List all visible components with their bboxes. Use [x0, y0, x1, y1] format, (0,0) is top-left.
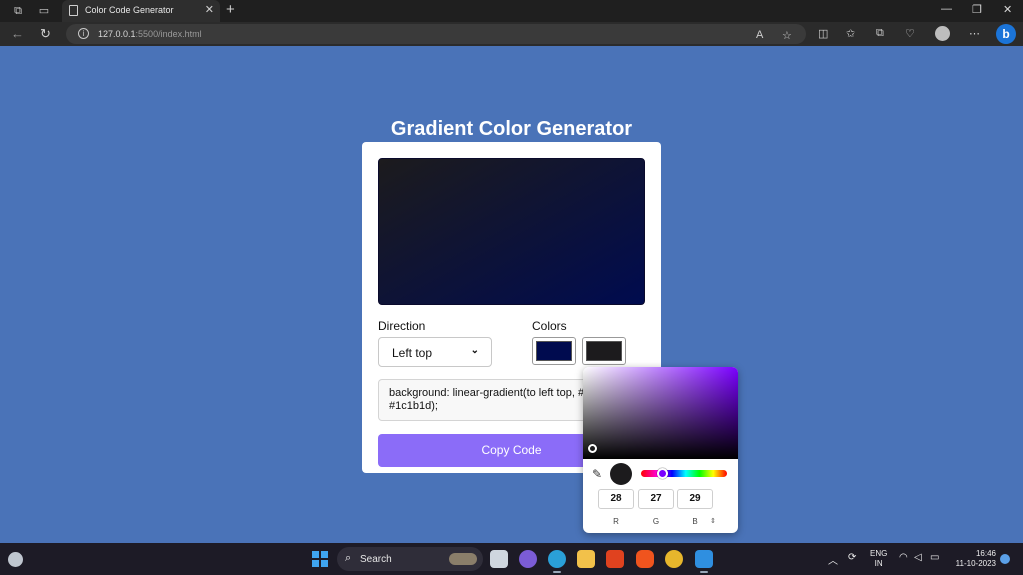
close-window-icon[interactable]: ✕ [1003, 3, 1012, 16]
direction-label: Direction [378, 319, 426, 333]
address-bar[interactable]: i 127.0.0.1:5500/index.html A ☆ [66, 24, 806, 44]
tab-actions-icon[interactable]: ▭ [36, 3, 52, 19]
url-host: 127.0.0.1 [98, 29, 136, 39]
red-label: R [613, 517, 619, 526]
windows-start-icon[interactable] [312, 551, 328, 567]
green-input[interactable]: 27 [638, 489, 674, 509]
gradient-preview [378, 158, 645, 305]
blue-input[interactable]: 29 [677, 489, 713, 509]
battery-icon[interactable]: ▭ [930, 552, 939, 563]
vscode-icon[interactable] [695, 550, 713, 573]
color-input-1[interactable] [532, 337, 576, 365]
page-title: Gradient Color Generator [390, 118, 633, 140]
chevron-down-icon: ⌄ [470, 345, 479, 356]
color-picker-popup: ✎ 28 27 29 R G B ⇕ [583, 367, 738, 533]
search-placeholder: Search [360, 554, 392, 565]
search-icon: ⌕ [345, 552, 352, 564]
new-tab-icon[interactable]: + [226, 1, 235, 18]
green-label: G [652, 517, 660, 526]
tab-color-code-generator[interactable]: Color Code Generator ✕ [62, 0, 220, 22]
office-icon[interactable] [606, 550, 624, 568]
url-text: 127.0.0.1:5500/index.html [98, 29, 202, 39]
split-screen-icon[interactable]: ◫ [818, 27, 828, 40]
back-icon[interactable]: ← [11, 26, 24, 41]
red-input[interactable]: 28 [598, 489, 634, 509]
wifi-icon[interactable]: ◠ [899, 552, 908, 563]
lang-line-2: IN [874, 559, 883, 568]
hue-slider-thumb[interactable] [657, 468, 668, 479]
saturation-handle[interactable] [588, 444, 597, 453]
task-view-icon[interactable] [490, 550, 508, 568]
language-indicator[interactable]: ENG IN [870, 549, 887, 569]
color-swatch-1 [536, 341, 572, 361]
favorite-star-icon[interactable]: ☆ [782, 29, 792, 42]
notification-icon[interactable] [1000, 554, 1010, 564]
extensions-icon[interactable]: ♡ [905, 27, 915, 40]
direction-select[interactable]: Left top ⌄ [378, 337, 492, 367]
weather-icon[interactable] [8, 552, 23, 567]
taskbar-search[interactable]: ⌕ Search [337, 547, 483, 571]
hue-slider[interactable] [641, 470, 727, 477]
browser-tab-bar: ⧉ ▭ Color Code Generator ✕ + — ❐ ✕ [0, 0, 1023, 22]
url-path: :5500/index.html [135, 29, 202, 39]
more-menu-icon[interactable]: ⋯ [969, 27, 980, 40]
teams-chat-icon[interactable] [519, 550, 537, 568]
eyedropper-icon[interactable]: ✎ [592, 467, 602, 481]
edge-icon[interactable] [548, 550, 566, 573]
browser-toolbar: ← ↻ i 127.0.0.1:5500/index.html A ☆ ◫ ✩ … [0, 22, 1023, 46]
taskbar: ⌕ Search ︿ ⟳ ENG IN ◠ ◁ ▭ 16:46 11-10-20… [0, 543, 1023, 575]
security-icon[interactable]: ⟳ [848, 552, 856, 563]
minimize-icon[interactable]: — [941, 3, 952, 15]
site-info-icon[interactable]: i [78, 28, 89, 39]
chrome-icon[interactable] [665, 550, 683, 568]
profile-avatar[interactable] [935, 26, 950, 41]
close-tab-icon[interactable]: ✕ [205, 3, 214, 16]
colors-label: Colors [532, 319, 567, 333]
volume-icon[interactable]: ◁ [914, 552, 922, 563]
read-aloud-icon[interactable]: A [756, 29, 763, 41]
clock-date: 11-10-2023 [955, 559, 996, 568]
copilot-icon[interactable]: b [996, 24, 1016, 44]
current-color-preview [610, 463, 632, 485]
direction-value: Left top [392, 346, 433, 360]
format-toggle-icon[interactable]: ⇕ [710, 517, 716, 525]
page-icon [69, 5, 78, 16]
blue-label: B [692, 517, 698, 526]
clock-time: 16:46 [975, 549, 996, 558]
tab-title: Color Code Generator [85, 5, 174, 15]
file-explorer-icon[interactable] [577, 550, 595, 568]
favorites-icon[interactable]: ✩ [846, 27, 855, 40]
search-highlight-icon [449, 553, 477, 565]
clock[interactable]: 16:46 11-10-2023 [950, 549, 996, 569]
brave-icon[interactable] [636, 550, 654, 568]
collections-icon[interactable]: ⧉ [876, 27, 884, 40]
workspaces-icon[interactable]: ⧉ [10, 3, 26, 19]
refresh-icon[interactable]: ↻ [40, 26, 51, 42]
color-swatch-2 [586, 341, 622, 361]
lang-line-1: ENG [870, 549, 888, 558]
show-hidden-icons-icon[interactable]: ︿ [828, 552, 838, 567]
restore-icon[interactable]: ❐ [972, 3, 982, 16]
color-input-2[interactable] [582, 337, 626, 365]
saturation-value-area[interactable] [583, 367, 738, 459]
